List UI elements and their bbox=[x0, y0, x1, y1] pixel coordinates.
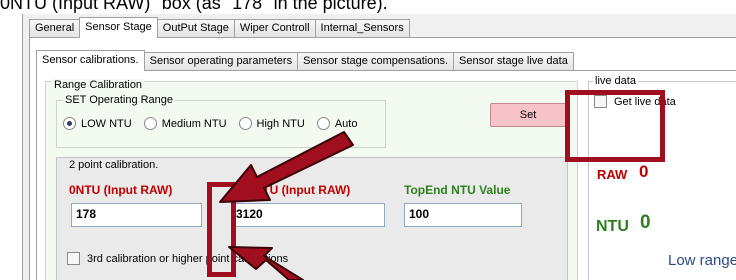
ntu-label: NTU bbox=[596, 218, 629, 235]
set-button[interactable]: Set bbox=[490, 103, 566, 127]
tab-sensor-stage[interactable]: Sensor Stage bbox=[79, 17, 158, 38]
radio-low-ntu-label: LOW NTU bbox=[81, 117, 132, 130]
instruction-caption: 0NTU (Input RAW)" box (as "178" in the p… bbox=[0, 0, 388, 13]
topend-ntu-value-label: TopEnd NTU Value bbox=[404, 183, 511, 197]
raw-value: 0 bbox=[639, 162, 649, 181]
third-point-calibration-label: 3rd calibration or higher point calibrat… bbox=[87, 252, 289, 265]
zero-ntu-input-raw-label: 0NTU (Input RAW) bbox=[69, 183, 173, 197]
operating-range-legend: SET Operating Range bbox=[63, 94, 176, 106]
tab-general[interactable]: General bbox=[29, 19, 81, 38]
range-calibration-legend: Range Calibration bbox=[52, 79, 145, 91]
radio-medium-ntu[interactable]: Medium NTU bbox=[143, 117, 227, 130]
radio-auto[interactable]: Auto bbox=[316, 117, 358, 130]
tab-sensor-stage-compensations[interactable]: Sensor stage compensations. bbox=[297, 52, 454, 71]
sub-tab-strip: Sensor calibrations. Sensor operating pa… bbox=[36, 50, 574, 71]
annotation-box-live-data bbox=[565, 90, 665, 162]
tab-sensor-stage-live-data[interactable]: Sensor stage live data bbox=[453, 52, 574, 71]
annotation-box-zero-ntu bbox=[207, 182, 236, 277]
range-calibration-group: Range Calibration SET Operating Range LO… bbox=[45, 79, 578, 280]
topend-ntu-value-field[interactable]: 100 bbox=[404, 203, 522, 227]
third-point-calibration-option[interactable]: 3rd calibration or higher point calibrat… bbox=[67, 252, 288, 265]
main-tab-strip: General Sensor Stage OutPut Stage Wiper … bbox=[29, 17, 410, 38]
radio-auto-label: Auto bbox=[334, 117, 358, 130]
radio-high-ntu-dot[interactable] bbox=[238, 117, 252, 130]
radio-medium-ntu-label: Medium NTU bbox=[161, 117, 227, 130]
range-status-text: Low range bbox=[668, 252, 736, 269]
ntu-value: 0 bbox=[640, 212, 651, 233]
radio-low-ntu[interactable]: LOW NTU bbox=[63, 117, 132, 130]
top-ntu-input-raw-field[interactable]: 3120 bbox=[231, 203, 385, 227]
top-ntu-input-raw-label: d NTU (Input RAW) bbox=[243, 183, 351, 197]
tab-sensor-calibrations[interactable]: Sensor calibrations. bbox=[36, 50, 145, 71]
two-point-calibration-group: 2 point calibration. 0NTU (Input RAW) 17… bbox=[56, 157, 568, 280]
radio-medium-ntu-dot[interactable] bbox=[143, 117, 157, 130]
tab-wiper-controll[interactable]: Wiper Controll bbox=[233, 19, 316, 38]
radio-high-ntu-label: High NTU bbox=[256, 117, 305, 130]
operating-range-group: SET Operating Range LOW NTU Medium NTU H… bbox=[56, 94, 386, 148]
zero-ntu-input-raw-field[interactable]: 178 bbox=[71, 203, 202, 227]
third-point-calibration-checkbox[interactable] bbox=[67, 252, 80, 265]
radio-high-ntu[interactable]: High NTU bbox=[238, 117, 305, 130]
tab-internal-sensors[interactable]: Internal_Sensors bbox=[314, 19, 410, 38]
two-point-calibration-legend: 2 point calibration. bbox=[69, 159, 159, 171]
tab-sensor-operating-parameters[interactable]: Sensor operating parameters bbox=[143, 52, 299, 71]
raw-label: RAW bbox=[597, 167, 628, 182]
radio-auto-dot[interactable] bbox=[316, 117, 330, 130]
tab-output-stage[interactable]: OutPut Stage bbox=[156, 19, 235, 38]
live-data-legend: live data bbox=[593, 75, 638, 87]
radio-low-ntu-dot[interactable] bbox=[63, 117, 76, 130]
operating-range-radios: LOW NTU Medium NTU High NTU Auto bbox=[63, 117, 369, 130]
